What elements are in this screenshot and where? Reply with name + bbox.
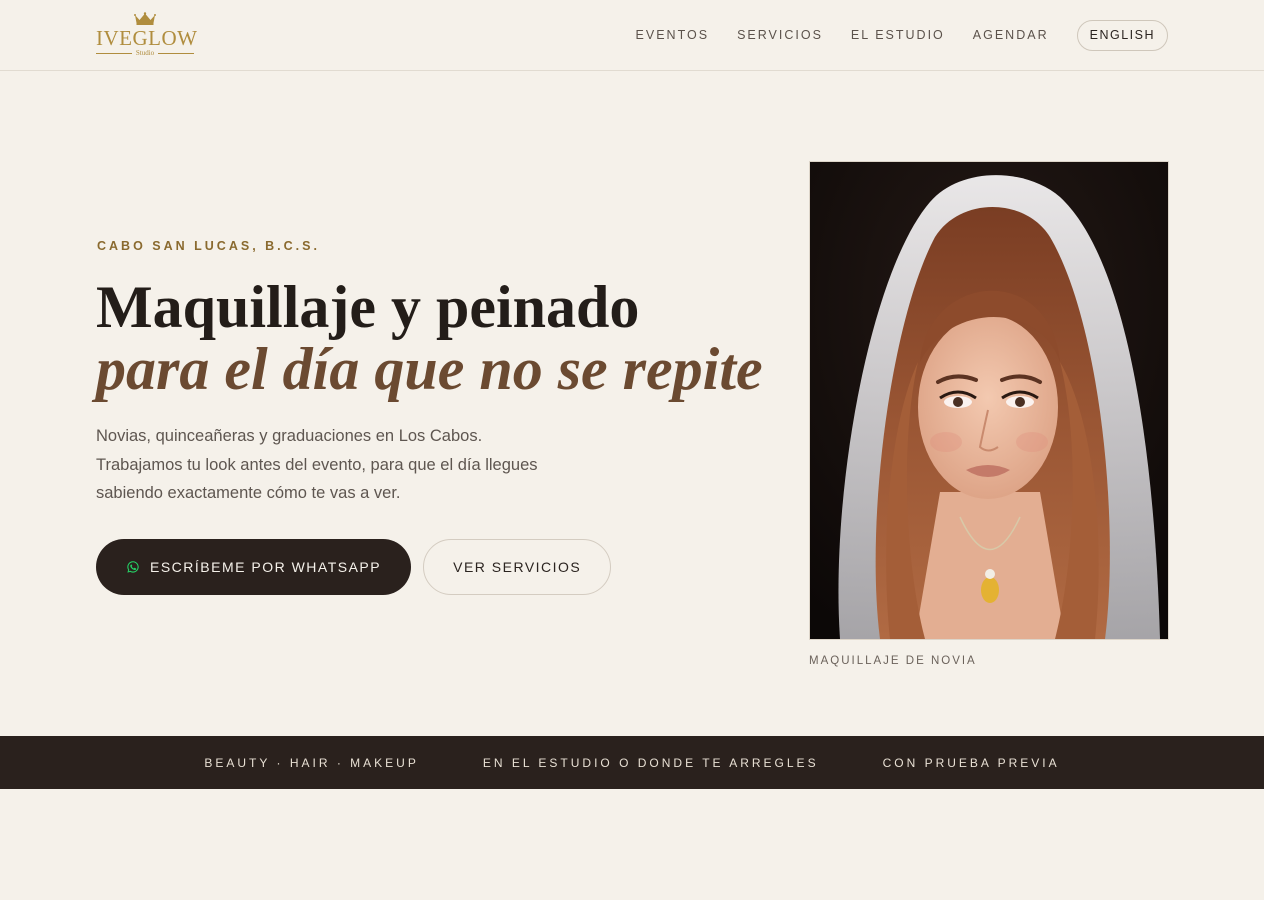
hero-headline-line1: Maquillaje y peinado [96, 274, 640, 340]
whatsapp-button[interactable]: ESCRÍBEME POR WHATSAPP [96, 539, 412, 595]
hero-bride-photo [809, 161, 1169, 640]
bride-portrait-illustration [810, 162, 1168, 639]
view-services-button[interactable]: VER SERVICIOS [423, 539, 612, 595]
hero-cta-group: ESCRÍBEME POR WHATSAPP VER SERVICIOS [96, 539, 612, 595]
hero-eyebrow-location: CABO SAN LUCAS, B.C.S. [97, 239, 320, 253]
hero-photo-caption: MAQUILLAJE DE NOVIA [809, 655, 977, 667]
strip-item-services: BEAUTY · HAIR · MAKEUP [204, 755, 419, 770]
feature-strip: BEAUTY · HAIR · MAKEUP EN EL ESTUDIO O D… [0, 736, 1264, 789]
hero-headline-line2: para el día que no se repite [96, 336, 763, 402]
hero-headline: Maquillaje y peinado para el día que no … [96, 276, 776, 400]
logo-subtitle: Studio [135, 49, 155, 57]
whatsapp-icon [127, 561, 139, 573]
nav-link-eventos[interactable]: EVENTOS [636, 28, 710, 42]
logo-subline: Studio [96, 48, 195, 58]
site-header: IVEGLOW Studio EVENTOS SERVICIOS EL ESTU… [0, 0, 1264, 71]
nav-link-el-estudio[interactable]: EL ESTUDIO [851, 28, 945, 42]
main-nav: EVENTOS SERVICIOS EL ESTUDIO AGENDAR ENG… [636, 19, 1168, 51]
hero-lead-paragraph: Novias, quinceañeras y graduaciones en L… [96, 427, 538, 502]
crown-icon [134, 12, 156, 25]
logo-rule-right [158, 52, 195, 54]
logo-rule-left [96, 52, 132, 54]
whatsapp-button-label: ESCRÍBEME POR WHATSAPP [150, 559, 382, 575]
nav-link-agendar[interactable]: AGENDAR [973, 28, 1049, 42]
strip-item-location: EN EL ESTUDIO O DONDE TE ARREGLES [482, 755, 819, 770]
brand-logo[interactable]: IVEGLOW Studio [96, 12, 198, 58]
strip-item-trial: CON PRUEBA PREVIA [882, 755, 1060, 770]
nav-link-servicios[interactable]: SERVICIOS [737, 28, 823, 42]
language-toggle-button[interactable]: ENGLISH [1076, 19, 1168, 51]
logo-wordmark: IVEGLOW [96, 26, 198, 50]
